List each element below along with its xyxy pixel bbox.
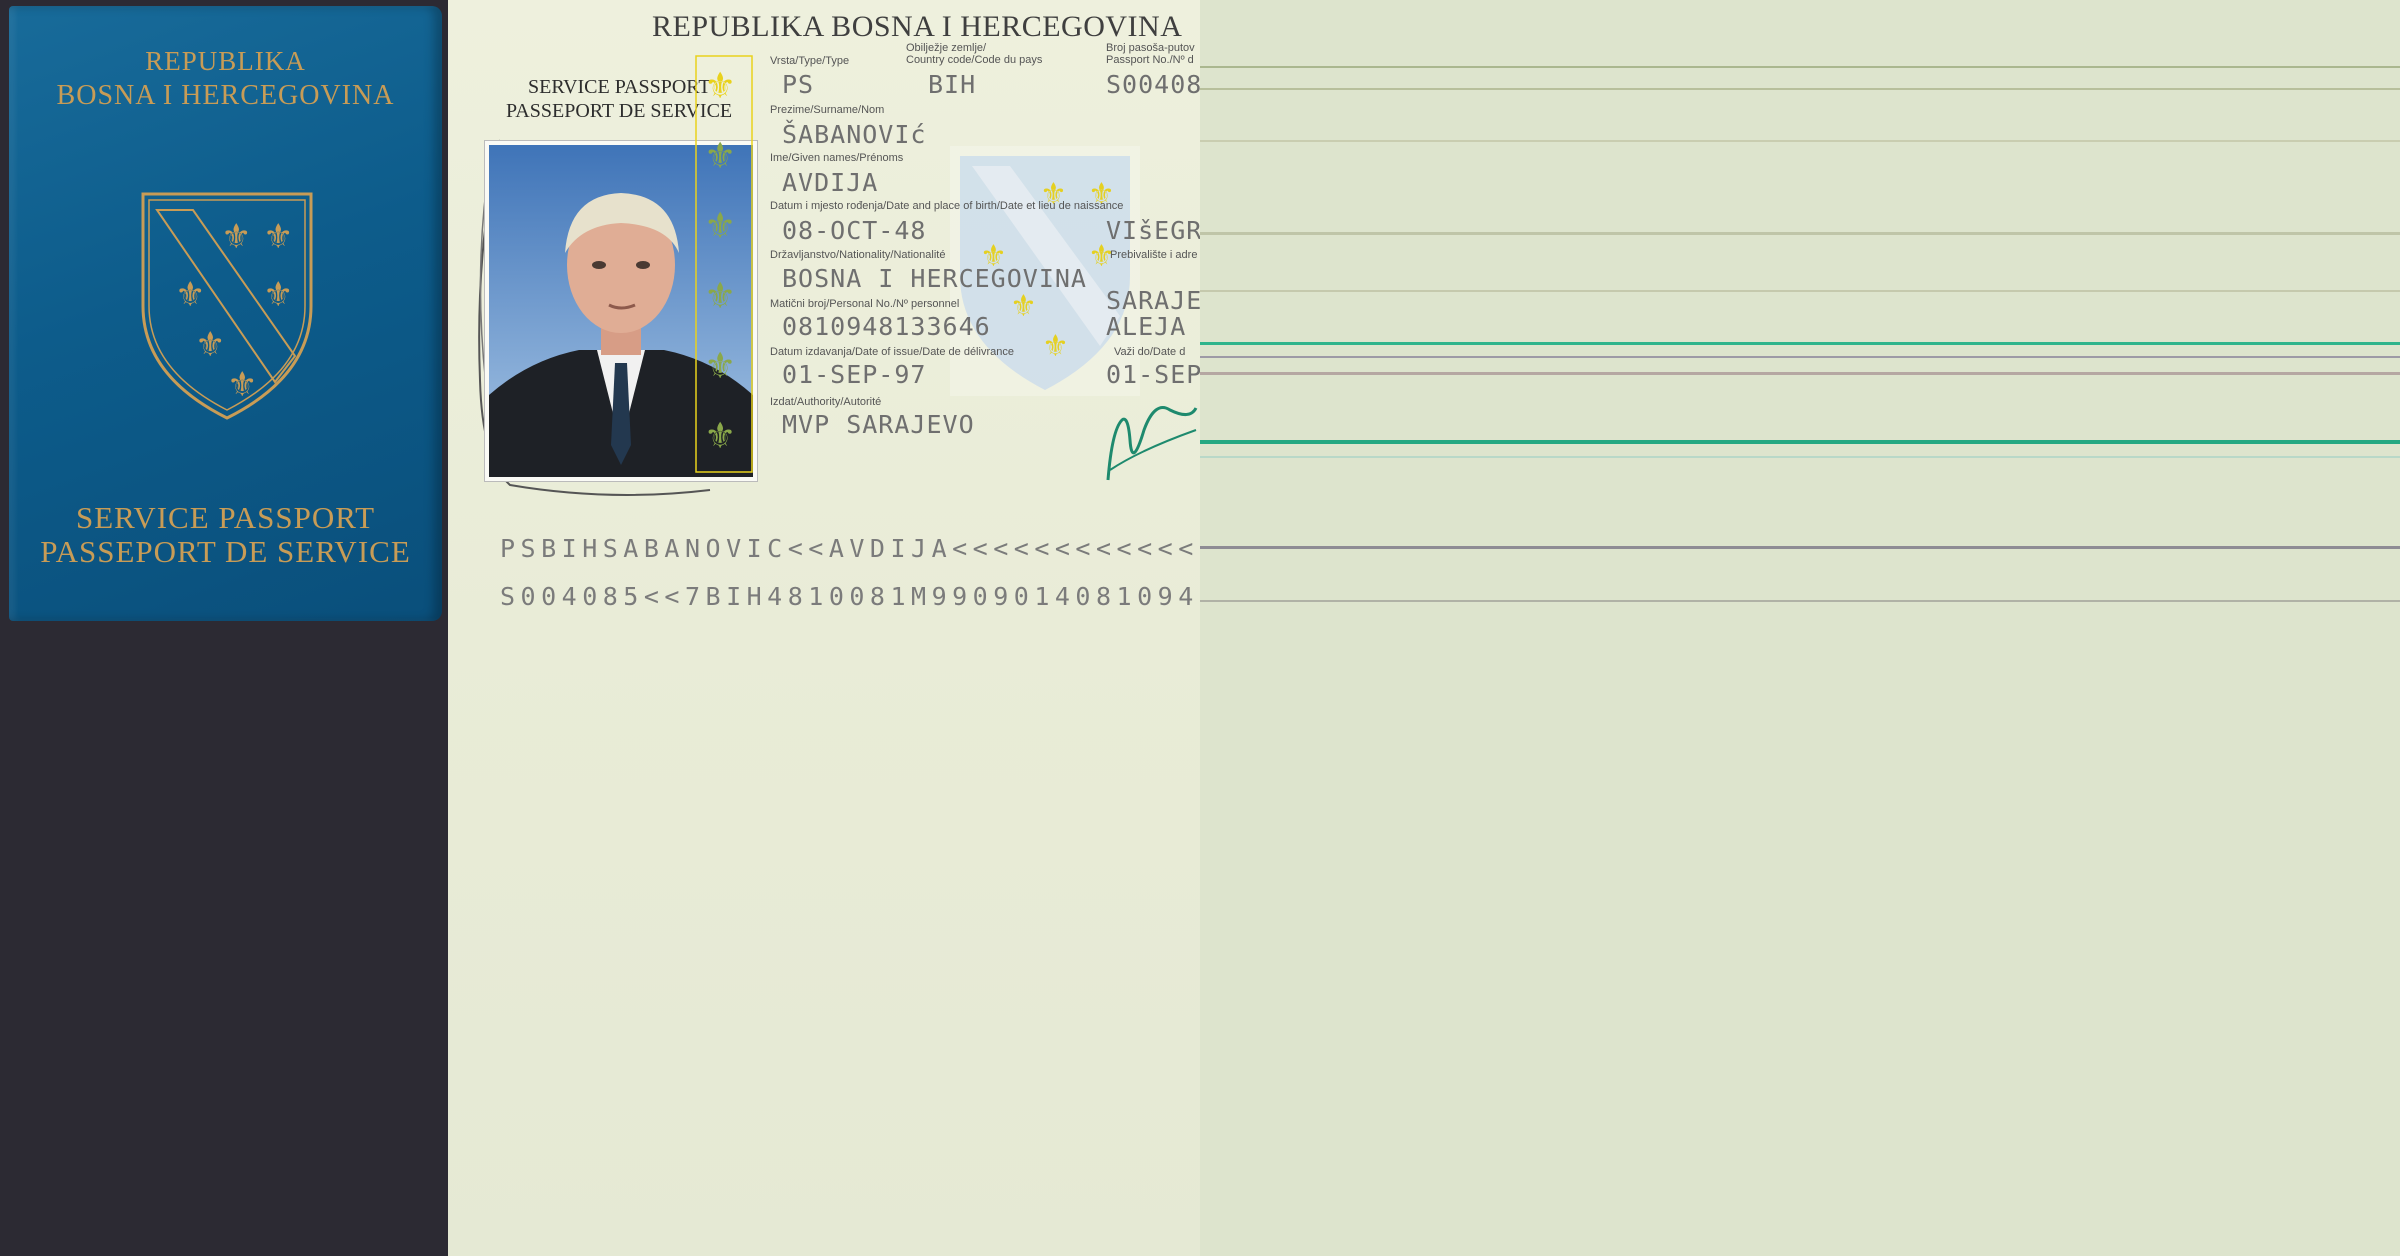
edge-streak [1200, 66, 2400, 68]
cover-country-line1: REPUBLIKA [145, 46, 306, 76]
issue-date-value: 01-SEP-97 [782, 360, 927, 389]
edge-streak [1200, 88, 2400, 90]
cover-country-line2: BOSNA I HERCEGOVINA [56, 80, 395, 111]
svg-text:⚜: ⚜ [221, 217, 251, 257]
svg-text:⚜: ⚜ [1010, 289, 1037, 324]
edge-streak [1200, 600, 2400, 602]
residence-line2: ALEJA [1106, 312, 1187, 341]
edge-streak [1200, 356, 2400, 358]
residence-line1: SARAJE [1106, 286, 1200, 315]
expiry-date-label: Važi do/Date d [1114, 346, 1186, 358]
given-names-value: AVDIJA [782, 168, 879, 197]
cover-type-line2: PASSEPORT DE SERVICE [40, 534, 411, 569]
fleur-de-lis-icon: ⚜ ⚜ ⚜ ⚜ ⚜ ⚜ [695, 55, 753, 473]
edge-streak [1200, 372, 2400, 375]
country-code-label-2: Country code/Code du pays [906, 54, 1043, 66]
svg-text:⚜: ⚜ [227, 365, 257, 405]
coat-of-arms-icon: ⚜ ⚜ ⚜ ⚜ ⚜ ⚜ [141, 192, 313, 420]
authority-value: MVP SARAJEVO [782, 410, 975, 439]
birth-label: Datum i mjesto rođenja/Date and place of… [770, 200, 1124, 212]
residence-label: Prebivalište i adre [1110, 249, 1198, 261]
edge-streak [1200, 546, 2400, 549]
svg-text:⚜: ⚜ [704, 346, 736, 387]
svg-text:⚜: ⚜ [195, 325, 225, 365]
edge-streak [1200, 290, 2400, 292]
svg-text:⚜: ⚜ [704, 416, 736, 457]
country-code-value: BIH [928, 70, 977, 99]
svg-text:⚜: ⚜ [1042, 329, 1069, 364]
svg-text:⚜: ⚜ [704, 66, 736, 107]
cover-type-line1: SERVICE PASSPORT [75, 500, 376, 535]
given-names-label: Ime/Given names/Prénoms [770, 152, 904, 164]
page-header: REPUBLIKA BOSNA I HERCEGOVINA [652, 10, 1183, 43]
edge-streak [1200, 440, 2400, 444]
nationality-label: Državljanstvo/Nationality/Nationalité [770, 249, 946, 261]
svg-text:⚜: ⚜ [175, 275, 205, 315]
authority-label: Izdat/Authority/Autorité [770, 396, 882, 408]
svg-text:⚜: ⚜ [704, 206, 736, 247]
doc-type-line1: SERVICE PASSPORT [528, 76, 711, 98]
edge-streak [1200, 140, 2400, 142]
stretched-edge-area [1200, 0, 2400, 1256]
svg-text:⚜: ⚜ [704, 276, 736, 317]
passport-no-label-1: Broj pasoša-putov [1106, 42, 1195, 54]
type-value: PS [782, 70, 815, 99]
edge-streak [1200, 456, 2400, 458]
personal-no-value: 0810948133646 [782, 312, 991, 341]
country-code-label-1: Obilježje zemlje/ [906, 42, 987, 54]
mrz-line1: PSBIHSABANOVIC<<AVDIJA<<<<<<<<<<<<<<< [500, 534, 1198, 563]
mrz-line2: S004085<<7BIH4810081M990901408109481 [500, 582, 1198, 611]
nationality-value: BOSNA I HERCEGOVINA [782, 264, 1087, 293]
signature-icon [1106, 406, 1198, 481]
passport-cover: REPUBLIKA BOSNA I HERCEGOVINA ⚜ ⚜ ⚜ ⚜ ⚜ … [9, 6, 442, 621]
surname-label: Prezime/Surname/Nom [770, 104, 885, 116]
svg-text:⚜: ⚜ [263, 217, 293, 257]
personal-no-label: Matični broj/Personal No./Nº personnel [770, 298, 960, 310]
type-label: Vrsta/Type/Type [770, 55, 850, 67]
passport-no-label-2: Passport No./Nº d [1106, 54, 1194, 66]
svg-text:⚜: ⚜ [263, 275, 293, 315]
svg-text:⚜: ⚜ [704, 136, 736, 177]
birth-date-value: 08-OCT-48 [782, 216, 927, 245]
edge-streak [1200, 232, 2400, 235]
passport-no-value: S00408 [1106, 70, 1200, 99]
surname-value: ŠABANOVIć [782, 120, 927, 149]
edge-streak [1200, 342, 2400, 345]
birth-place-value: VIšEGR [1106, 216, 1200, 245]
issue-date-label: Datum izdavanja/Date of issue/Date de dé… [770, 346, 1014, 358]
